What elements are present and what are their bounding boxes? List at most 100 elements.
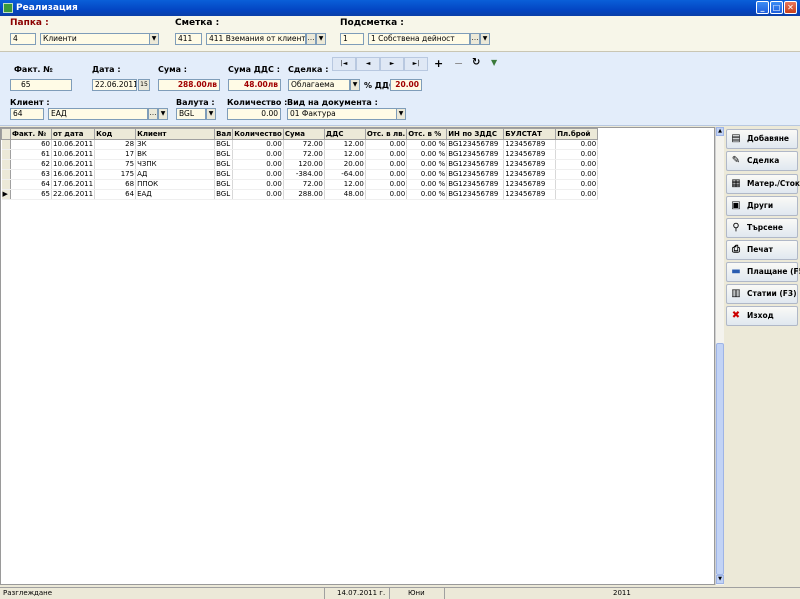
table-cell: 20.00 bbox=[324, 159, 366, 170]
window-title: Реализация bbox=[16, 3, 78, 13]
prev-record-button[interactable]: ◄ bbox=[356, 57, 380, 71]
row-indicator bbox=[1, 169, 11, 180]
table-cell: 16.06.2011 bbox=[51, 169, 96, 180]
close-button[interactable]: ✕ bbox=[784, 1, 797, 14]
column-header[interactable]: от дата bbox=[50, 128, 96, 140]
account-name-field[interactable]: 411 Вземания от клиенти bbox=[206, 33, 306, 45]
app-icon bbox=[3, 3, 13, 13]
first-record-button[interactable]: |◄ bbox=[332, 57, 356, 71]
vat-pct-field[interactable]: 20.00 bbox=[390, 79, 422, 91]
column-header[interactable]: Клиент bbox=[135, 128, 216, 140]
currency-dropdown-button[interactable]: ▼ bbox=[206, 108, 216, 120]
sidebar-button-label: Матер./Стоки bbox=[747, 179, 800, 188]
table-row[interactable]: 62 10.06.2011 75 ЧЗПК BGL 0.00 120.00 20.00 0.00… bbox=[1, 159, 599, 170]
table-row[interactable]: ▶ 65 22.06.2011 64 ЕАД BGL 0.00 288.00 48.00 0.00… bbox=[1, 189, 599, 200]
folder-code-field[interactable]: 4 bbox=[10, 33, 36, 45]
vat-amount-field[interactable]: 48.00лв bbox=[228, 79, 281, 91]
deal-field[interactable]: Облагаема bbox=[288, 79, 350, 91]
sidebar-button-articles[interactable]: ▥ Статии (F3) bbox=[726, 284, 798, 304]
table-cell: BGL bbox=[214, 189, 234, 200]
table-cell: 60 bbox=[10, 139, 52, 150]
column-header[interactable]: Отс. в % bbox=[406, 128, 448, 140]
table-cell: 0.00 % bbox=[406, 149, 448, 160]
doc-type-field[interactable]: 01 Фактура bbox=[287, 108, 397, 120]
table-cell: BG123456789 bbox=[446, 189, 505, 200]
column-header[interactable]: БУЛСТАТ bbox=[503, 128, 557, 140]
subaccount-name-field[interactable]: 1 Собствена дейност bbox=[368, 33, 470, 45]
sidebar-button-search[interactable]: ⚲ Търсене bbox=[726, 218, 798, 238]
table-cell: 123456789 bbox=[503, 139, 557, 150]
client-dropdown-button[interactable]: ▼ bbox=[158, 108, 168, 120]
table-cell: 0.00 bbox=[232, 149, 284, 160]
table-row[interactable]: 60 10.06.2011 28 ЗК BGL 0.00 72.00 12.00 0.00 0.0… bbox=[1, 139, 599, 150]
scroll-up-arrow[interactable]: ▲ bbox=[716, 127, 724, 136]
folder-name-field[interactable]: Клиенти bbox=[40, 33, 150, 45]
folder-dropdown-button[interactable]: ▼ bbox=[149, 33, 159, 45]
row-indicator bbox=[1, 149, 11, 160]
table-row[interactable]: 61 10.06.2011 17 ВК BGL 0.00 72.00 12.00 0.00 0.0… bbox=[1, 149, 599, 160]
delete-record-button[interactable]: − bbox=[454, 57, 463, 70]
client-code-field[interactable]: 64 bbox=[10, 108, 44, 120]
column-header[interactable]: ДДС bbox=[323, 128, 366, 140]
filter-icon[interactable]: ▼ bbox=[491, 58, 497, 67]
status-year: 2011 bbox=[613, 589, 631, 597]
currency-field[interactable]: BGL bbox=[176, 108, 206, 120]
calendar-button[interactable]: 15 bbox=[138, 79, 150, 91]
deal-dropdown-button[interactable]: ▼ bbox=[350, 79, 360, 91]
sidebar-button-add-doc[interactable]: ▤ Добавяне bbox=[726, 129, 798, 149]
sidebar-button-print[interactable]: ⎙ Печат bbox=[726, 240, 798, 260]
amount-field[interactable]: 288.00лв bbox=[158, 79, 220, 91]
subaccount-dropdown-button[interactable]: ▼ bbox=[480, 33, 490, 45]
exit-icon: ✖ bbox=[731, 310, 741, 321]
column-header[interactable]: ИН по ЗДДС bbox=[446, 128, 505, 140]
scroll-thumb[interactable] bbox=[716, 343, 724, 575]
account-browse-button[interactable]: … bbox=[306, 33, 316, 45]
column-header[interactable]: Сума bbox=[282, 128, 325, 140]
subaccount-code-field[interactable]: 1 bbox=[340, 33, 364, 45]
account-selector-panel: Папка : 4 Клиенти ▼ Сметка : 411 411 Взе… bbox=[0, 16, 800, 52]
account-dropdown-button[interactable]: ▼ bbox=[316, 33, 326, 45]
status-mode: Разглеждане bbox=[0, 588, 325, 599]
maximize-button[interactable]: □ bbox=[770, 1, 783, 14]
table-cell: 0.00 bbox=[555, 159, 599, 170]
scroll-down-arrow[interactable]: ▼ bbox=[716, 575, 724, 584]
vertical-scrollbar[interactable]: ▲ ▼ bbox=[715, 127, 724, 585]
client-name-field[interactable]: ЕАД bbox=[48, 108, 148, 120]
sidebar-button-exit[interactable]: ✖ Изход bbox=[726, 306, 798, 326]
column-header[interactable]: Код bbox=[94, 128, 137, 140]
sidebar-button-other[interactable]: ▣ Други bbox=[726, 196, 798, 216]
invoices-grid[interactable]: Факт. № от дата Код Клиент Вал Количеств… bbox=[0, 127, 715, 585]
refresh-button[interactable]: ↻ bbox=[472, 57, 480, 68]
column-header[interactable]: Количество bbox=[232, 128, 284, 140]
table-row[interactable]: 63 16.06.2011 175 АД BGL 0.00 -384.00 -64.00 0.0… bbox=[1, 169, 599, 180]
sidebar-button-goods[interactable]: ▦ Матер./Стоки bbox=[726, 174, 800, 194]
table-cell: 0.00 % bbox=[406, 169, 448, 180]
table-cell: 10.06.2011 bbox=[51, 149, 96, 160]
next-record-button[interactable]: ► bbox=[380, 57, 404, 71]
column-header[interactable]: Вал bbox=[214, 128, 234, 140]
column-header[interactable]: Отс. в лв. bbox=[364, 128, 408, 140]
add-record-button[interactable]: + bbox=[434, 57, 443, 70]
account-code-field[interactable]: 411 bbox=[175, 33, 202, 45]
client-browse-button[interactable]: … bbox=[148, 108, 158, 120]
table-cell: 0.00 bbox=[555, 149, 599, 160]
doc-type-dropdown-button[interactable]: ▼ bbox=[396, 108, 406, 120]
table-cell: 120.00 bbox=[283, 159, 325, 170]
last-record-button[interactable]: ►| bbox=[404, 57, 428, 71]
sidebar-button-payment[interactable]: ▬ Плащане (F5) bbox=[726, 262, 800, 282]
table-cell: BG123456789 bbox=[446, 179, 505, 190]
subaccount-browse-button[interactable]: … bbox=[470, 33, 480, 45]
sidebar-button-deal[interactable]: ✎ Сделка bbox=[726, 151, 798, 171]
sidebar-button-label: Плащане (F5) bbox=[747, 267, 800, 276]
table-cell: 0.00 % bbox=[406, 159, 448, 170]
invoice-no-field[interactable]: 65 bbox=[10, 79, 72, 91]
table-row[interactable]: 64 17.06.2011 68 ППОК BGL 0.00 72.00 12.00 0.00 0… bbox=[1, 179, 599, 190]
quantity-field[interactable]: 0.00 bbox=[227, 108, 281, 120]
date-field[interactable]: 22.06.2011 bbox=[92, 79, 137, 91]
minimize-button[interactable]: _ bbox=[756, 1, 769, 14]
status-month: Юни bbox=[390, 588, 445, 599]
table-cell: 0.00 bbox=[555, 189, 599, 200]
column-header[interactable]: Пл.брой bbox=[555, 128, 599, 140]
column-header[interactable]: Факт. № bbox=[10, 128, 52, 140]
row-indicator bbox=[1, 139, 11, 150]
